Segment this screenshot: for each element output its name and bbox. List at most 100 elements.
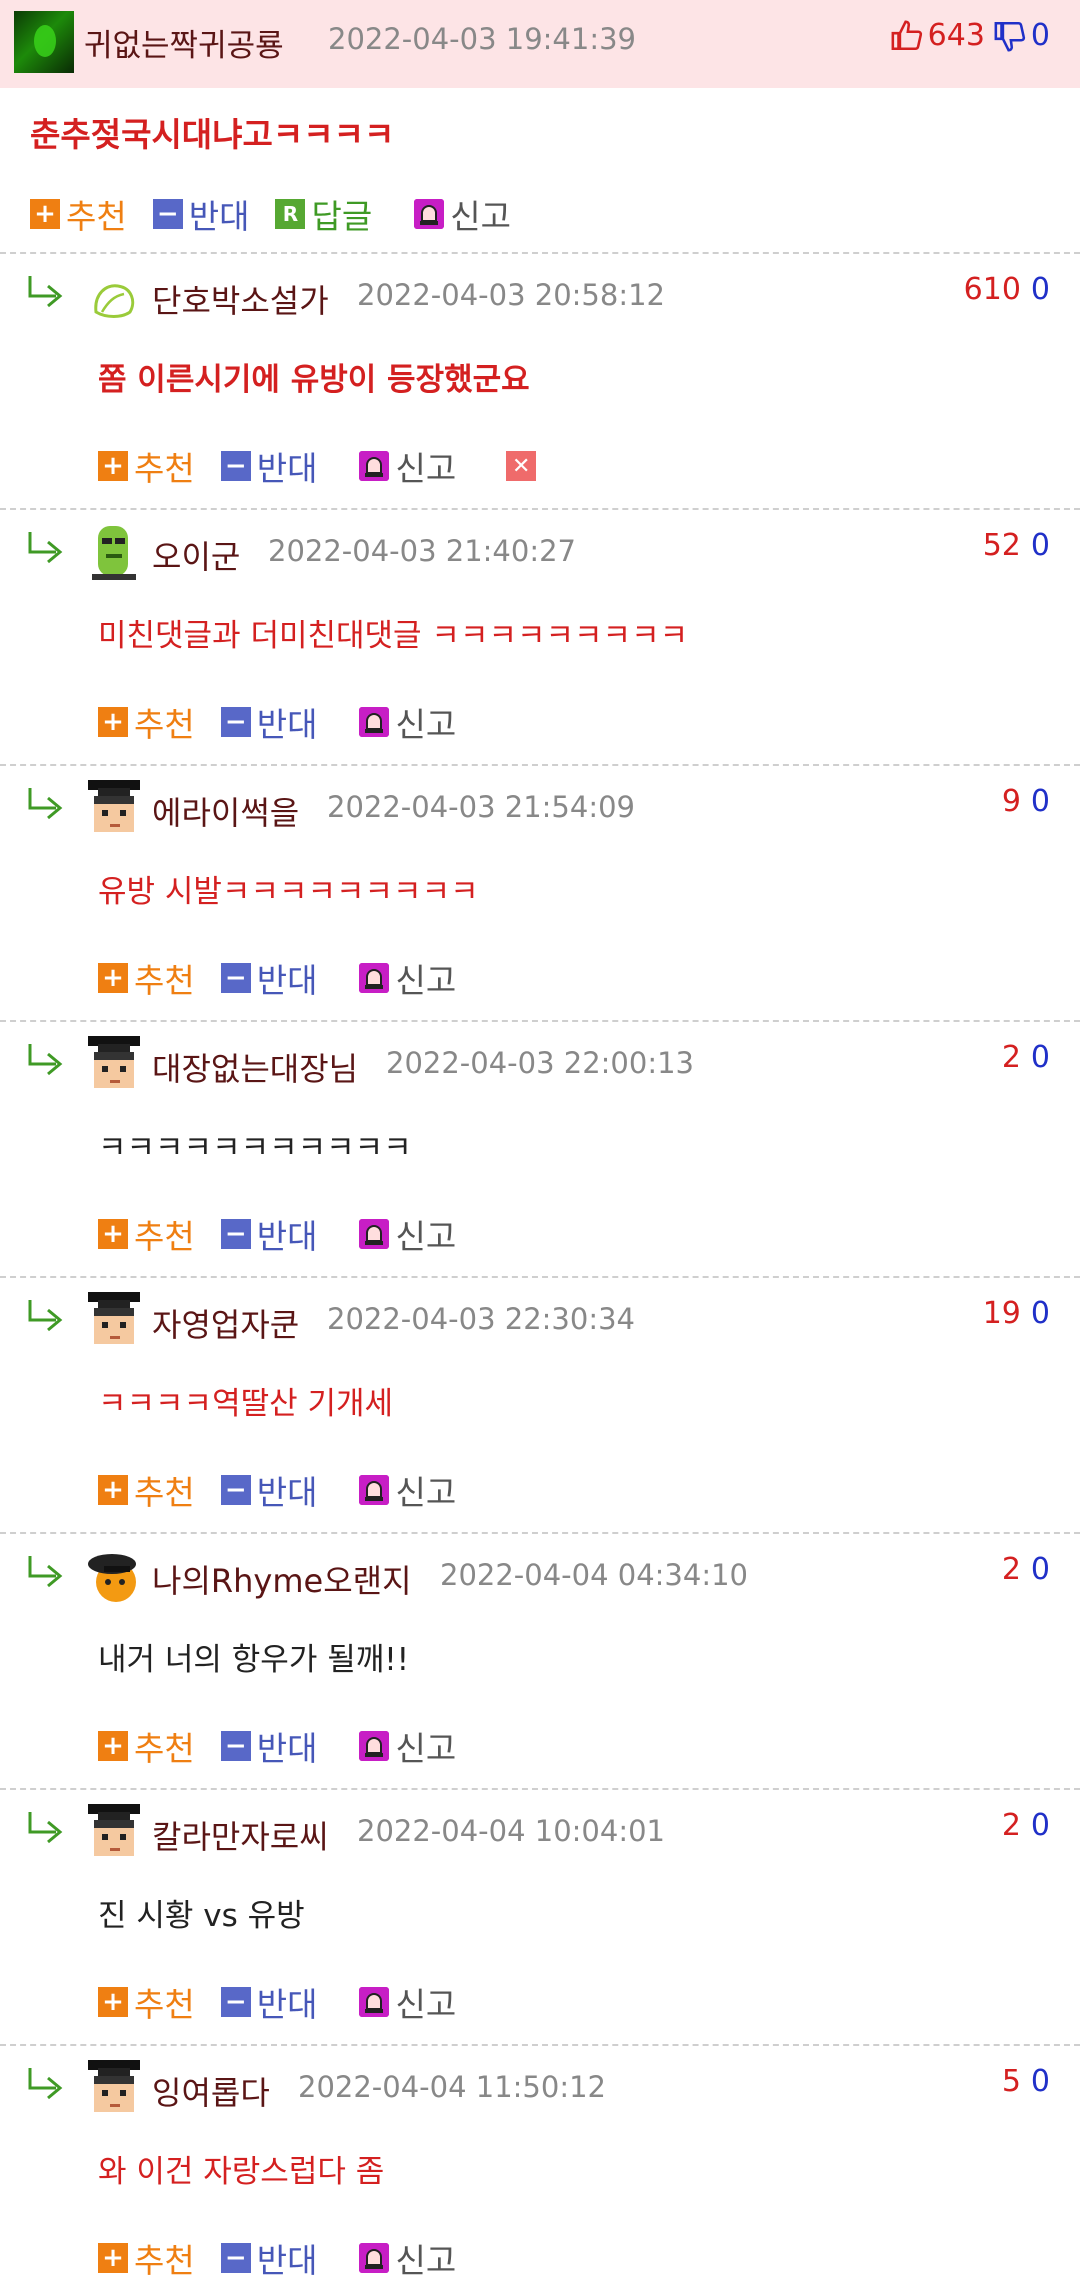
comment-text: 내거 너의 항우가 될깨!! xyxy=(98,1642,410,1678)
commenter-avatar[interactable] xyxy=(84,1802,144,1862)
comment-author[interactable]: 단호박소설가 xyxy=(152,276,329,322)
post-header: 귀없는짝귀공룡 2022-04-03 19:41:39 643 0 xyxy=(0,0,1080,88)
report-label: 신고 xyxy=(395,449,457,488)
recommend-button[interactable]: + 추천 xyxy=(98,1466,195,1514)
comment-upvote-count: 9 xyxy=(1001,784,1021,819)
report-button[interactable]: 신고 xyxy=(359,1466,456,1514)
report-button[interactable]: 신고 xyxy=(359,698,456,746)
report-button[interactable]: 신고 xyxy=(359,1978,456,2026)
comment-text: ㅋㅋㅋㅋ역딸산 기개세 xyxy=(98,1386,394,1422)
comment-author[interactable]: 나의Rhyme오랜지 xyxy=(152,1556,412,1602)
oppose-button[interactable]: − 반대 xyxy=(220,1210,318,1258)
upvote-count: 643 xyxy=(927,18,985,53)
comment-upvote-count: 2 xyxy=(1001,1808,1021,1843)
siren-icon xyxy=(359,1219,390,1249)
report-button[interactable]: 신고 xyxy=(359,1210,456,1258)
oppose-button[interactable]: − 반대 xyxy=(220,2234,318,2282)
recommend-button[interactable]: + 추천 xyxy=(98,698,195,746)
reply-arrow-icon xyxy=(26,1042,68,1078)
author-avatar[interactable] xyxy=(14,11,74,73)
siren-icon xyxy=(359,1731,390,1761)
siren-icon xyxy=(414,199,445,229)
commenter-avatar[interactable] xyxy=(84,778,144,838)
comment-upvote-count: 610 xyxy=(963,272,1021,307)
comment-author[interactable]: 에라이썩을 xyxy=(152,788,299,834)
reply-arrow-icon xyxy=(26,1810,68,1846)
recommend-button[interactable]: + 추천 xyxy=(98,1722,195,1770)
comment-divider xyxy=(0,508,1080,510)
report-label: 신고 xyxy=(395,1985,457,2024)
comment-downvote-count: 0 xyxy=(1030,1552,1050,1587)
comment-divider xyxy=(0,1788,1080,1790)
report-button[interactable]: 신고 xyxy=(359,442,456,490)
plus-icon: + xyxy=(98,1731,128,1761)
plus-icon: + xyxy=(98,1987,128,2017)
report-button[interactable]: 신고 xyxy=(359,2234,456,2282)
comment-text: 미친댓글과 더미친대댓글 ㅋㅋㅋㅋㅋㅋㅋㅋㅋ xyxy=(98,618,689,654)
oppose-button[interactable]: − 반대 xyxy=(220,1466,317,1514)
recommend-button[interactable]: + 추천 xyxy=(98,954,195,1002)
comment-actions: + 추천 − 반대 신고 xyxy=(98,1466,482,1514)
report-button[interactable]: 신고 xyxy=(359,954,456,1002)
reply-button[interactable]: R 답글 xyxy=(275,190,372,238)
oppose-button[interactable]: − 반대 xyxy=(220,442,317,490)
recommend-button[interactable]: + 추천 xyxy=(98,1978,195,2026)
oppose-button[interactable]: − 반대 xyxy=(220,1722,317,1770)
oppose-button[interactable]: − 반대 xyxy=(152,190,249,238)
thumbs-up-icon[interactable] xyxy=(890,19,924,53)
report-button[interactable]: 신고 xyxy=(414,190,511,238)
report-label: 신고 xyxy=(395,1729,457,1768)
minus-icon: − xyxy=(220,963,251,993)
minus-icon: − xyxy=(220,1475,251,1505)
comment-votes: 610 0 xyxy=(964,272,1050,307)
thumbs-down-icon[interactable] xyxy=(993,19,1027,53)
report-button[interactable]: 신고 xyxy=(359,1722,456,1770)
comment-author[interactable]: 칼라만자로씨 xyxy=(152,1812,329,1858)
commenter-avatar[interactable] xyxy=(84,522,144,582)
report-label: 신고 xyxy=(395,1217,457,1256)
comment-upvote-count: 2 xyxy=(1001,1040,1021,1075)
plus-icon: + xyxy=(98,451,128,481)
comment-author[interactable]: 대장없는대장님 xyxy=(152,1044,358,1090)
plus-icon: + xyxy=(98,963,128,993)
comment-downvote-count: 0 xyxy=(1030,1808,1050,1843)
post-text: 춘추젖국시대냐고ㅋㅋㅋㅋ xyxy=(30,115,395,154)
oppose-label: 반대 xyxy=(256,705,318,744)
oppose-label: 반대 xyxy=(256,961,318,1000)
post-actions: + 추천 − 반대 R 답글 신고 xyxy=(30,190,537,238)
recommend-button[interactable]: + 추천 xyxy=(30,190,127,238)
comment-author[interactable]: 잉여롭다 xyxy=(152,2068,270,2114)
commenter-avatar[interactable] xyxy=(84,2058,144,2118)
comment-time: 2022-04-04 10:04:01 xyxy=(357,1814,665,1848)
comment-time: 2022-04-03 20:58:12 xyxy=(357,278,665,312)
oppose-label: 반대 xyxy=(256,1217,318,1256)
plus-icon: + xyxy=(98,707,128,737)
oppose-button[interactable]: − 반대 xyxy=(220,698,318,746)
oppose-label: 반대 xyxy=(256,2241,318,2280)
comment-text: 와 이건 자랑스럽다 좀 xyxy=(98,2154,385,2190)
comment-author[interactable]: 오이군 xyxy=(152,532,240,578)
commenter-avatar[interactable] xyxy=(84,1546,144,1606)
siren-icon xyxy=(359,707,390,737)
comment-author[interactable]: 자영업자쿤 xyxy=(152,1300,299,1346)
oppose-button[interactable]: − 반대 xyxy=(220,1978,317,2026)
siren-icon xyxy=(359,1987,390,2017)
commenter-avatar[interactable] xyxy=(84,1034,144,1094)
comment-text: ㅋㅋㅋㅋㅋㅋㅋㅋㅋㅋㅋ xyxy=(98,1130,412,1166)
comment-votes: 19 0 xyxy=(983,1296,1050,1331)
comment-votes: 20 xyxy=(1002,1808,1050,1843)
comment-downvote-count: 0 xyxy=(1030,784,1050,819)
commenter-avatar[interactable] xyxy=(84,1290,144,1350)
reply-arrow-icon xyxy=(26,1298,68,1334)
recommend-button[interactable]: + 추천 xyxy=(98,442,195,490)
post-author[interactable]: 귀없는짝귀공룡 xyxy=(84,20,284,65)
comment-divider xyxy=(0,252,1080,254)
delete-button[interactable]: ✕ xyxy=(506,451,542,481)
recommend-button[interactable]: + 추천 xyxy=(98,2234,195,2282)
oppose-button[interactable]: − 반대 xyxy=(220,954,318,1002)
report-label: 신고 xyxy=(450,197,511,236)
siren-icon xyxy=(359,1475,390,1505)
reply-arrow-icon xyxy=(26,786,68,822)
commenter-avatar[interactable] xyxy=(84,266,144,326)
recommend-button[interactable]: + 추천 xyxy=(98,1210,195,1258)
